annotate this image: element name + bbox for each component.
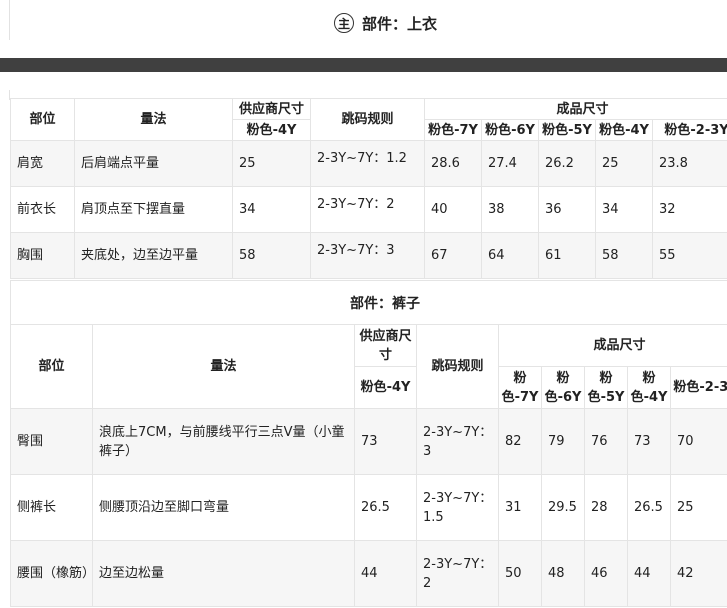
cell-value: 25 xyxy=(669,474,727,541)
table-row: 肩宽 后肩端点平量 25 2-3Y~7Y：1.2 28.6 27.4 26.2 … xyxy=(10,140,727,187)
cell-value: 61 xyxy=(538,232,596,279)
header-method: 量法 xyxy=(74,98,233,141)
cell-value: 29.5 xyxy=(541,474,585,541)
table-row: 侧裤长 侧腰顶沿边至脚口弯量 26.5 2-3Y~7Y：1.5 31 29.5 … xyxy=(10,474,727,541)
cell-part: 胸围 xyxy=(10,232,75,279)
section-header: 主 部件：上衣 xyxy=(0,0,727,58)
cell-value: 79 xyxy=(541,408,585,475)
header-supplier-size: 粉色-4Y xyxy=(354,366,417,409)
header-part: 部位 xyxy=(10,98,75,141)
cell-value: 44 xyxy=(627,540,671,607)
header-size: 粉色-7Y xyxy=(424,119,482,141)
section2-header: 部件：裤子 xyxy=(10,280,727,325)
cell-value: 50 xyxy=(498,540,542,607)
header-supplier-size: 粉色-4Y xyxy=(232,119,311,141)
cell-method: 浪底上7CM，与前腰线平行三点V量（小童裤子） xyxy=(92,408,355,475)
spacer xyxy=(0,72,727,100)
cell-value: 34 xyxy=(595,186,653,233)
cell-rule: 2-3Y~7Y：3 xyxy=(416,408,499,475)
cell-part: 前衣长 xyxy=(10,186,75,233)
cell-value: 48 xyxy=(541,540,585,607)
cell-method: 夹底处，边至边平量 xyxy=(74,232,233,279)
table-row: 前衣长 肩顶点至下摆直量 34 2-3Y~7Y：2 40 38 36 34 32 xyxy=(10,186,727,233)
cell-part: 侧裤长 xyxy=(10,474,93,541)
section-title-text: 部件：上衣 xyxy=(362,14,438,33)
header-method: 量法 xyxy=(92,324,355,409)
cell-value: 55 xyxy=(651,232,727,279)
header-finished: 成品尺寸 xyxy=(497,324,727,367)
cell-part: 腰围（橡筋） xyxy=(10,540,93,607)
header-size: 粉色-2-3Y xyxy=(651,119,727,141)
cell-value: 31 xyxy=(498,474,542,541)
cell-value: 38 xyxy=(481,186,539,233)
cell-value: 76 xyxy=(584,408,628,475)
table-row: 胸围 夹底处，边至边平量 58 2-3Y~7Y：3 67 64 61 58 55 xyxy=(10,232,727,279)
cell-rule: 2-3Y~7Y：3 xyxy=(310,232,425,279)
header-size: 粉色-6Y xyxy=(541,366,585,409)
header-size: 粉色-6Y xyxy=(481,119,539,141)
section2-title: 部件：裤子 xyxy=(350,296,420,312)
header-size: 粉色-4Y xyxy=(627,366,671,409)
cell-value: 36 xyxy=(538,186,596,233)
section-title: 主 部件：上衣 xyxy=(334,11,437,35)
cell-supplier: 44 xyxy=(354,540,417,607)
bottom-size-table: 部位 量法 供应商尺寸 跳码规则 成品尺寸 粉色-4Y 粉色-7Y 粉色-6Y … xyxy=(10,324,727,607)
cell-value: 82 xyxy=(498,408,542,475)
cell-method: 肩顶点至下摆直量 xyxy=(74,186,233,233)
cell-rule: 2-3Y~7Y：2 xyxy=(310,186,425,233)
table-row: 臀围 浪底上7CM，与前腰线平行三点V量（小童裤子） 73 2-3Y~7Y：3 … xyxy=(10,408,727,475)
cell-value: 26.2 xyxy=(538,140,596,187)
cell-value: 28.6 xyxy=(424,140,482,187)
header-size: 粉色-2-3Y xyxy=(669,366,727,409)
header-supplier: 供应商尺寸 xyxy=(232,98,311,120)
table-row: 腰围（橡筋） 边至边松量 44 2-3Y~7Y：2 50 48 46 44 42 xyxy=(10,540,727,607)
cell-method: 后肩端点平量 xyxy=(74,140,233,187)
cell-part: 臀围 xyxy=(10,408,93,475)
cell-value: 40 xyxy=(424,186,482,233)
cell-part: 肩宽 xyxy=(10,140,75,187)
header-size: 粉色-5Y xyxy=(538,119,596,141)
main-badge-icon: 主 xyxy=(334,13,354,33)
cell-value: 32 xyxy=(651,186,727,233)
header-rule: 跳码规则 xyxy=(310,98,425,141)
cell-value: 70 xyxy=(669,408,727,475)
header-finished: 成品尺寸 xyxy=(423,98,727,120)
cell-supplier: 25 xyxy=(232,140,311,187)
cell-value: 42 xyxy=(669,540,727,607)
cell-rule: 2-3Y~7Y：2 xyxy=(416,540,499,607)
cell-supplier: 34 xyxy=(232,186,311,233)
cell-value: 28 xyxy=(584,474,628,541)
header-rule: 跳码规则 xyxy=(416,324,499,409)
cell-value: 58 xyxy=(595,232,653,279)
header-part: 部位 xyxy=(10,324,93,409)
separator-bar xyxy=(0,58,727,72)
cell-supplier: 73 xyxy=(354,408,417,475)
header-size: 粉色-4Y xyxy=(595,119,653,141)
cell-rule: 2-3Y~7Y：1.2 xyxy=(310,140,425,187)
cell-value: 25 xyxy=(595,140,653,187)
cell-value: 73 xyxy=(627,408,671,475)
cell-value: 23.8 xyxy=(651,140,727,187)
cell-value: 64 xyxy=(481,232,539,279)
cell-rule: 2-3Y~7Y：1.5 xyxy=(416,474,499,541)
header-supplier: 供应商尺寸 xyxy=(354,324,417,367)
cell-method: 边至边松量 xyxy=(92,540,355,607)
divider xyxy=(9,0,10,40)
cell-value: 67 xyxy=(424,232,482,279)
cell-supplier: 58 xyxy=(232,232,311,279)
header-size: 粉色-7Y xyxy=(498,366,542,409)
top-size-table: 部位 量法 供应商尺寸 跳码规则 成品尺寸 粉色-4Y 粉色-7Y 粉色-6Y … xyxy=(10,98,727,279)
cell-method: 侧腰顶沿边至脚口弯量 xyxy=(92,474,355,541)
cell-supplier: 26.5 xyxy=(354,474,417,541)
header-size: 粉色-5Y xyxy=(584,366,628,409)
cell-value: 26.5 xyxy=(627,474,671,541)
cell-value: 27.4 xyxy=(481,140,539,187)
cell-value: 46 xyxy=(584,540,628,607)
